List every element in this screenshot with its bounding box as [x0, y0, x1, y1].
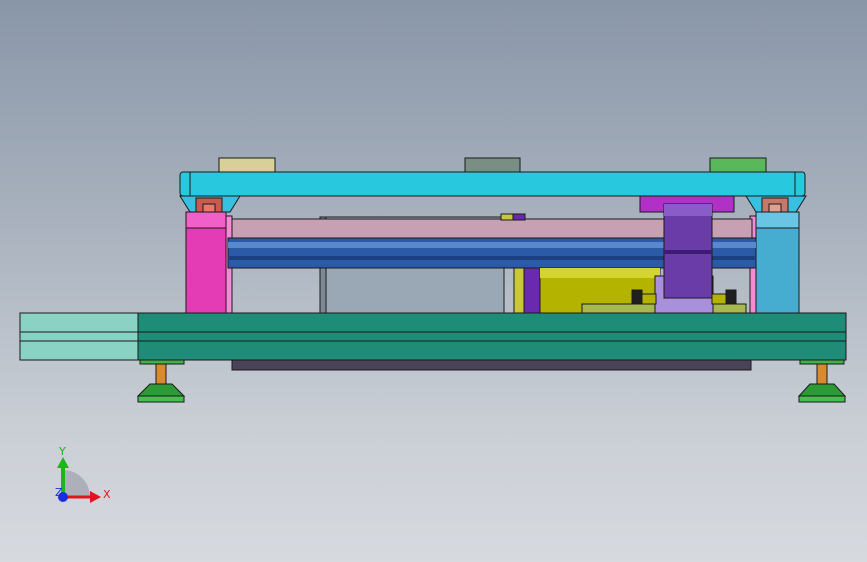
top-block-left	[218, 157, 276, 173]
top-block-right	[709, 157, 767, 173]
assembly-drawing: Y X Z	[19, 157, 847, 503]
x-axis-label: X	[103, 488, 111, 501]
y-axis-label: Y	[58, 445, 66, 458]
top-block-center	[464, 157, 521, 173]
leveling-foot-left	[136, 357, 186, 403]
base-plate	[137, 312, 847, 361]
coordinate-triad: Y X Z	[55, 445, 111, 503]
leveling-foot-right	[797, 357, 847, 403]
cad-viewport[interactable]: Y X Z	[0, 0, 867, 562]
top-plate	[179, 171, 806, 197]
base-plate-extension	[19, 312, 139, 361]
z-axis-label: Z	[55, 486, 63, 499]
